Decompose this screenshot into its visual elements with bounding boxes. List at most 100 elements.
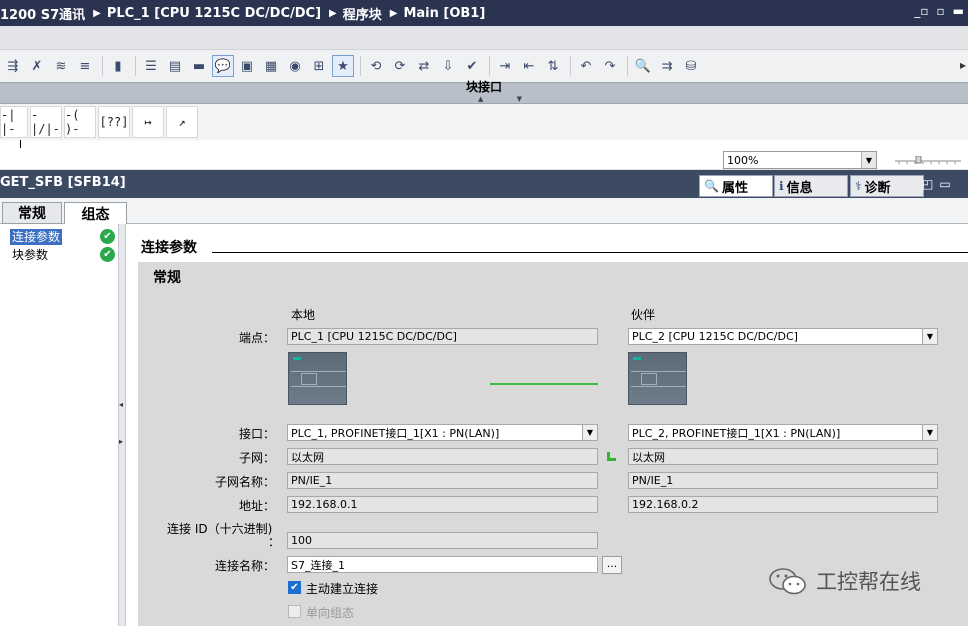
partner-endpoint-value: PLC_2 [CPU 1215C DC/DC/DC] bbox=[632, 330, 798, 343]
indent-icon[interactable]: ⇥ bbox=[494, 55, 516, 77]
chevron-down-icon[interactable]: ▼ bbox=[922, 425, 937, 440]
minimize-panel-icon[interactable]: ▭ bbox=[939, 177, 950, 191]
toolbar-divider bbox=[102, 56, 103, 76]
compile-icon[interactable]: ✔ bbox=[461, 55, 483, 77]
panel-splitter[interactable] bbox=[118, 224, 126, 626]
database-icon[interactable]: ⛁ bbox=[680, 55, 702, 77]
call-structure-icon[interactable]: ⇉ bbox=[656, 55, 678, 77]
active-connect-checkbox[interactable]: ✔ bbox=[288, 581, 301, 594]
zoom-slider-thumb bbox=[915, 156, 922, 164]
close-icon[interactable]: ▬ bbox=[953, 4, 964, 18]
zoom-slider[interactable] bbox=[895, 156, 961, 164]
property-tabs-row bbox=[0, 198, 968, 224]
partner-endpoint-select[interactable]: PLC_2 [CPU 1215C DC/DC/DC] ▼ bbox=[628, 328, 938, 345]
nc-contact-icon[interactable]: -|/|- bbox=[30, 106, 62, 138]
show-favorites-icon[interactable]: ☰ bbox=[140, 55, 162, 77]
search-references-icon[interactable]: 🔍 bbox=[632, 55, 654, 77]
toolbar-divider bbox=[360, 56, 361, 76]
endpoint-label: 端点： bbox=[238, 331, 275, 345]
one-way-checkbox[interactable] bbox=[288, 605, 301, 618]
editor-header-strip bbox=[0, 26, 968, 50]
tab-configuration[interactable]: 组态 bbox=[64, 202, 127, 225]
subnet-link-icon bbox=[607, 452, 616, 461]
breadcrumb-project[interactable]: 1200 S7通讯 bbox=[0, 4, 85, 23]
connection-name-input[interactable]: S7_连接_1 bbox=[287, 556, 598, 573]
add-row-icon[interactable]: ≡ bbox=[74, 55, 96, 77]
maximize-icon[interactable]: ▫ bbox=[937, 4, 945, 18]
active-connect-label: 主动建立连接 bbox=[306, 582, 379, 596]
info-icon: ℹ bbox=[779, 179, 784, 193]
open-branch-icon[interactable]: ↦ bbox=[132, 106, 164, 138]
subnet-name-label: 子网名称： bbox=[214, 475, 275, 489]
watermark: 工控帮在线 bbox=[768, 566, 921, 596]
tab-diagnostics[interactable]: ⚕ 诊断 bbox=[850, 175, 924, 197]
tab-general[interactable]: 常规 bbox=[2, 202, 62, 224]
restore-icon[interactable]: _▫ bbox=[914, 4, 928, 18]
insert-row-icon[interactable]: ≋ bbox=[50, 55, 72, 77]
outdent-icon[interactable]: ⇤ bbox=[518, 55, 540, 77]
symbol-display-icon[interactable]: ⊞ bbox=[308, 55, 330, 77]
address-label: 地址： bbox=[238, 499, 275, 513]
close-networks-icon[interactable]: ▦ bbox=[260, 55, 282, 77]
chevron-down-icon[interactable]: ▼ bbox=[922, 329, 937, 344]
monitor-mode-icon[interactable]: ◉ bbox=[284, 55, 306, 77]
float-window-icon[interactable]: ◰ bbox=[922, 177, 933, 191]
interface-label: 接口： bbox=[238, 427, 275, 441]
absolute-address-icon[interactable]: ▮ bbox=[107, 55, 129, 77]
tab-properties-label: 属性 bbox=[721, 180, 748, 196]
breadcrumb-block[interactable]: Main [OB1] bbox=[403, 6, 485, 21]
compare-icon[interactable]: ⇄ bbox=[413, 55, 435, 77]
browse-button[interactable]: ... bbox=[602, 556, 622, 574]
collapse-left-icon[interactable]: ◂ bbox=[119, 400, 123, 409]
empty-box-icon[interactable]: [??] bbox=[98, 106, 130, 138]
local-plc-image bbox=[288, 352, 347, 405]
network-overview-icon[interactable]: ▤ bbox=[164, 55, 186, 77]
chevron-down-icon[interactable]: ▼ bbox=[582, 425, 597, 440]
ladder-rail bbox=[20, 140, 21, 148]
tab-properties[interactable]: 🔍 属性 bbox=[699, 175, 773, 197]
favorite-star-icon[interactable]: ★ bbox=[332, 55, 354, 77]
go-offline-icon[interactable]: ⟳ bbox=[389, 55, 411, 77]
block-editor-toolbar: ⇶ ✗ ≋ ≡ ▮ ☰ ▤ ▬ 💬 ▣ ▦ ◉ ⊞ ★ ⟲ ⟳ ⇄ ⇩ ✔ ⇥ … bbox=[0, 50, 968, 82]
close-branch-icon[interactable]: ↗ bbox=[166, 106, 198, 138]
previous-error-icon[interactable]: ↶ bbox=[575, 55, 597, 77]
go-online-icon[interactable]: ⟲ bbox=[365, 55, 387, 77]
coil-icon[interactable]: -( )- bbox=[64, 106, 96, 138]
diagnostics-icon: ⚕ bbox=[855, 179, 862, 193]
download-icon[interactable]: ⇩ bbox=[437, 55, 459, 77]
tree-item-block-params[interactable]: 块参数 bbox=[12, 247, 48, 263]
tab-info[interactable]: ℹ 信息 bbox=[774, 175, 848, 197]
editor-title-bar: 1200 S7通讯 ▶ PLC_1 [CPU 1215C DC/DC/DC] ▶… bbox=[0, 0, 968, 26]
watermark-text: 工控帮在线 bbox=[816, 570, 921, 594]
partner-interface-select[interactable]: PLC_2, PROFINET接口_1[X1 : PN(LAN)] ▼ bbox=[628, 424, 938, 441]
insert-network-icon[interactable]: ⇶ bbox=[2, 55, 24, 77]
local-subnet-field: 以太网 bbox=[287, 448, 598, 465]
group-title: 常规 bbox=[153, 270, 181, 286]
breadcrumb-separator-icon: ▶ bbox=[93, 7, 101, 19]
no-contact-icon[interactable]: -| |- bbox=[0, 106, 28, 138]
network-comments-icon[interactable]: 💬 bbox=[212, 55, 234, 77]
breadcrumb-program-blocks[interactable]: 程序块 bbox=[343, 4, 382, 23]
toolbar-overflow-icon[interactable]: ▸ bbox=[960, 58, 966, 72]
sort-icon[interactable]: ⇅ bbox=[542, 55, 564, 77]
zoom-value: 100% bbox=[727, 153, 759, 167]
collapse-networks-icon[interactable]: ▬ bbox=[188, 55, 210, 77]
next-error-icon[interactable]: ↷ bbox=[599, 55, 621, 77]
breadcrumb-device[interactable]: PLC_1 [CPU 1215C DC/DC/DC] bbox=[107, 6, 321, 21]
zoom-select[interactable]: 100% ▼ bbox=[723, 151, 877, 169]
partner-subnet-field: 以太网 bbox=[628, 448, 938, 465]
section-title: 连接参数 bbox=[141, 240, 197, 256]
local-interface-select[interactable]: PLC_1, PROFINET接口_1[X1 : PN(LAN)] ▼ bbox=[287, 424, 598, 441]
tree-item-connection-params[interactable]: 连接参数 bbox=[10, 229, 63, 245]
local-column-header: 本地 bbox=[291, 308, 316, 322]
delete-network-icon[interactable]: ✗ bbox=[26, 55, 48, 77]
chevron-down-icon[interactable]: ▼ bbox=[861, 152, 876, 168]
splitter-grip-icon[interactable]: ▲ ▼ bbox=[478, 95, 522, 103]
inspector-window-controls: ◰ ▭ bbox=[922, 177, 951, 191]
breadcrumb-separator-icon: ▶ bbox=[329, 7, 337, 19]
open-networks-icon[interactable]: ▣ bbox=[236, 55, 258, 77]
expand-right-icon[interactable]: ▸ bbox=[119, 437, 123, 446]
local-subnet-name-field: PN/IE_1 bbox=[287, 472, 598, 489]
toolbar-divider bbox=[627, 56, 628, 76]
connection-id-label: 连接 ID（十六进制) bbox=[167, 522, 273, 536]
